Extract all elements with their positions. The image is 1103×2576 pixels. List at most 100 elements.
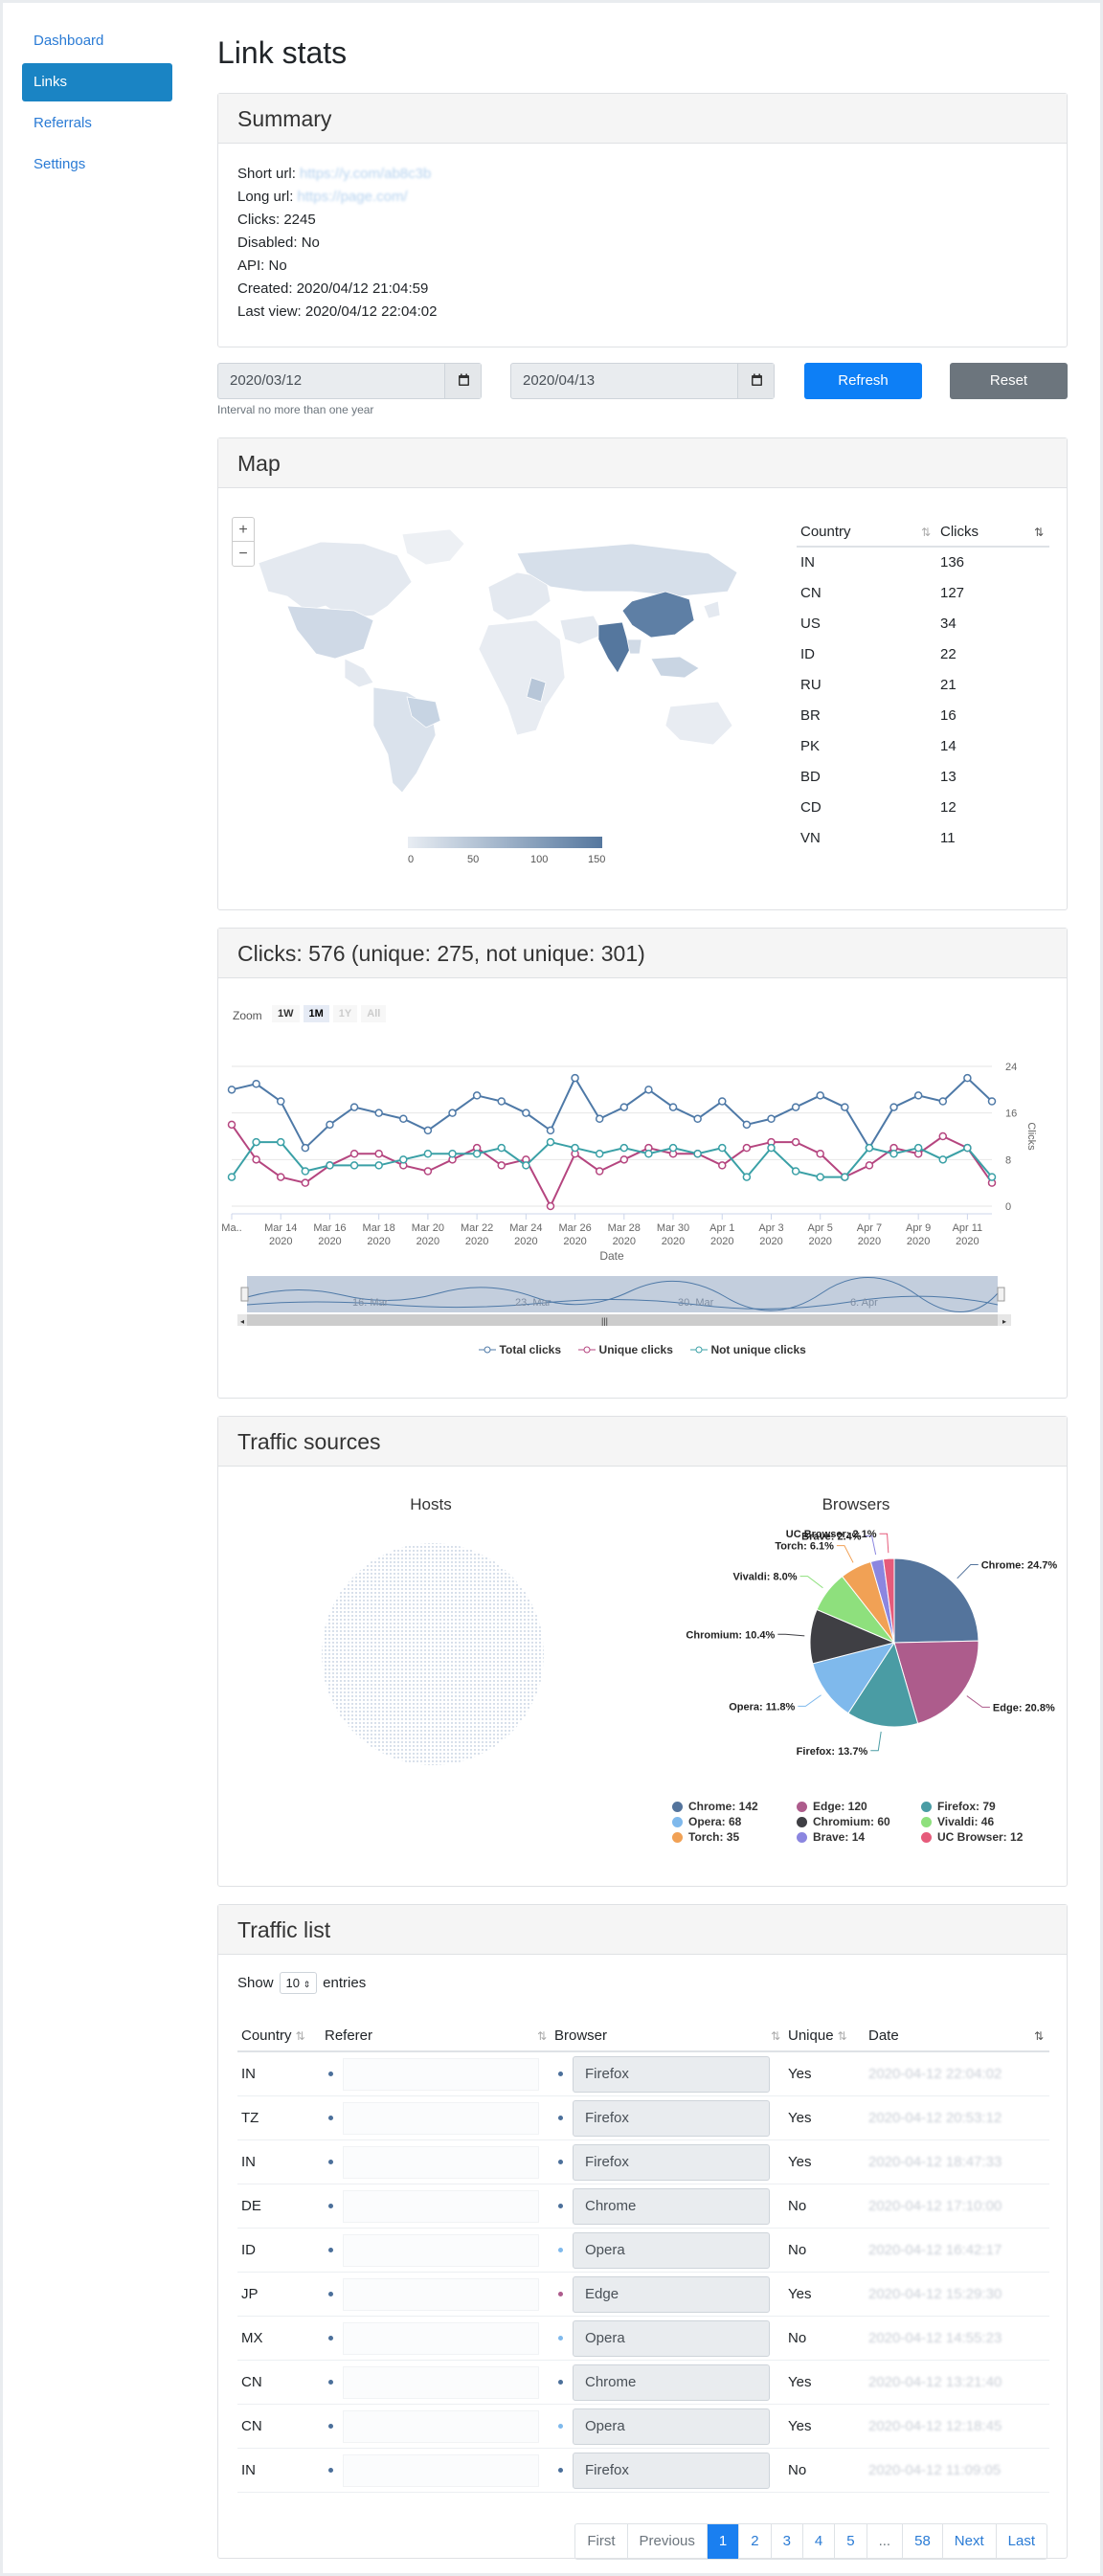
data-point[interactable] xyxy=(349,1161,359,1170)
sidebar-item-referrals[interactable]: Referrals xyxy=(22,104,172,143)
data-point[interactable] xyxy=(816,1173,824,1181)
navigator-scrollbar-thumb[interactable] xyxy=(247,1314,998,1326)
data-point[interactable] xyxy=(742,1143,752,1153)
data-point[interactable] xyxy=(619,1155,629,1164)
header-country[interactable]: Country ⇅ xyxy=(237,2020,325,2050)
legend-item-opera[interactable]: Opera: 68 xyxy=(672,1815,797,1828)
header-country[interactable]: Country ⇅ xyxy=(800,517,940,546)
data-point[interactable] xyxy=(301,1143,310,1153)
data-point[interactable] xyxy=(889,1103,898,1111)
date-to-calendar-button[interactable] xyxy=(737,364,774,398)
data-point[interactable] xyxy=(349,1150,359,1158)
data-point[interactable] xyxy=(619,1143,629,1153)
pagination-next[interactable]: Next xyxy=(941,2524,996,2559)
browser-field[interactable]: Edge xyxy=(573,2275,770,2313)
data-point[interactable] xyxy=(227,1173,236,1181)
data-point[interactable] xyxy=(668,1103,678,1111)
data-point[interactable] xyxy=(472,1150,482,1158)
data-point[interactable] xyxy=(987,1097,997,1106)
data-point[interactable] xyxy=(349,1103,359,1111)
referer-field[interactable] xyxy=(343,2409,539,2443)
legend-not-unique-clicks[interactable]: Not unique clicks xyxy=(690,1343,806,1356)
navigator-handle-left[interactable] xyxy=(240,1287,249,1302)
long-url-link[interactable]: https://page.com/ xyxy=(298,189,408,205)
sidebar-item-links[interactable]: Links xyxy=(22,63,172,101)
data-point[interactable] xyxy=(423,1150,433,1158)
sidebar-item-settings[interactable]: Settings xyxy=(22,146,172,184)
data-point[interactable] xyxy=(767,1114,776,1123)
referer-field[interactable] xyxy=(343,2365,539,2399)
scroll-left-arrow[interactable]: ◂ xyxy=(240,1317,244,1326)
zoom-all-button[interactable]: All xyxy=(361,1005,387,1022)
data-point[interactable] xyxy=(841,1103,849,1111)
data-point[interactable] xyxy=(252,1080,260,1088)
header-clicks[interactable]: Clicks ⇅ xyxy=(940,517,1049,546)
data-point[interactable] xyxy=(571,1143,579,1153)
data-point[interactable] xyxy=(546,1126,555,1135)
pagination-last[interactable]: Last xyxy=(995,2524,1047,2559)
referer-field[interactable] xyxy=(343,2321,539,2355)
pagination-58[interactable]: 58 xyxy=(902,2524,942,2559)
data-point[interactable] xyxy=(938,1097,948,1106)
data-point[interactable] xyxy=(816,1091,824,1100)
data-point[interactable] xyxy=(644,1086,653,1094)
data-point[interactable] xyxy=(913,1091,923,1100)
legend-item-chromium[interactable]: Chromium: 60 xyxy=(797,1815,921,1828)
data-point[interactable] xyxy=(889,1150,898,1158)
data-point[interactable] xyxy=(301,1167,310,1176)
data-point[interactable] xyxy=(693,1114,702,1123)
data-point[interactable] xyxy=(742,1173,752,1181)
data-point[interactable] xyxy=(595,1150,604,1158)
data-point[interactable] xyxy=(791,1137,800,1147)
data-point[interactable] xyxy=(276,1137,285,1147)
legend-item-edge[interactable]: Edge: 120 xyxy=(797,1800,921,1813)
legend-item-chrome[interactable]: Chrome: 142 xyxy=(672,1800,797,1813)
data-point[interactable] xyxy=(423,1126,433,1135)
data-point[interactable] xyxy=(595,1114,604,1123)
data-point[interactable] xyxy=(522,1109,530,1117)
legend-total-clicks[interactable]: Total clicks xyxy=(479,1343,561,1356)
reset-button[interactable]: Reset xyxy=(950,363,1068,399)
data-point[interactable] xyxy=(865,1143,874,1153)
browsers-pie-chart[interactable]: Chrome: 24.7% Edge: 20.8% Firefox: 13.7% Op… xyxy=(643,1512,1069,1800)
data-point[interactable] xyxy=(497,1097,506,1106)
data-point[interactable] xyxy=(546,1137,555,1147)
browser-field[interactable]: Chrome xyxy=(573,2363,770,2401)
referer-field[interactable] xyxy=(343,2189,539,2223)
data-point[interactable] xyxy=(472,1091,482,1100)
browser-field[interactable]: Firefox xyxy=(573,2099,770,2137)
referer-field[interactable] xyxy=(343,2101,539,2135)
data-point[interactable] xyxy=(326,1161,334,1170)
legend-item-uc-browser[interactable]: UC Browser: 12 xyxy=(921,1830,1046,1844)
data-point[interactable] xyxy=(326,1120,334,1130)
header-browser[interactable]: Browser ⇅ xyxy=(554,2020,788,2050)
data-point[interactable] xyxy=(742,1120,752,1130)
legend-item-firefox[interactable]: Firefox: 79 xyxy=(921,1800,1046,1813)
data-point[interactable] xyxy=(718,1161,727,1170)
zoom-1w-button[interactable]: 1W xyxy=(272,1005,300,1022)
sidebar-item-dashboard[interactable]: Dashboard xyxy=(22,22,172,60)
data-point[interactable] xyxy=(374,1150,383,1158)
data-point[interactable] xyxy=(423,1167,433,1176)
pagination-2[interactable]: 2 xyxy=(738,2524,770,2559)
scroll-right-arrow[interactable]: ▸ xyxy=(1002,1317,1006,1326)
data-point[interactable] xyxy=(301,1178,310,1187)
date-to-input[interactable]: 2020/04/13 xyxy=(510,363,775,399)
data-point[interactable] xyxy=(938,1155,948,1164)
data-point[interactable] xyxy=(816,1150,824,1158)
data-point[interactable] xyxy=(963,1143,972,1153)
data-point[interactable] xyxy=(791,1167,800,1176)
browser-field[interactable]: Opera xyxy=(573,2231,770,2269)
pagination-3[interactable]: 3 xyxy=(770,2524,802,2559)
data-point[interactable] xyxy=(718,1097,727,1106)
data-point[interactable] xyxy=(497,1161,506,1170)
browser-field[interactable]: Chrome xyxy=(573,2187,770,2225)
data-point[interactable] xyxy=(767,1143,776,1153)
chart-navigator[interactable]: ||| ◂ ▸ 16. Mar 23. Mar 30. Mar 6. Apr xyxy=(237,1276,1011,1330)
navigator-handle-right[interactable] xyxy=(997,1287,1005,1302)
data-point[interactable] xyxy=(448,1150,457,1158)
data-point[interactable] xyxy=(718,1143,727,1153)
data-point[interactable] xyxy=(668,1143,678,1153)
date-from-calendar-button[interactable] xyxy=(444,364,481,398)
pagination-first[interactable]: First xyxy=(575,2524,626,2559)
